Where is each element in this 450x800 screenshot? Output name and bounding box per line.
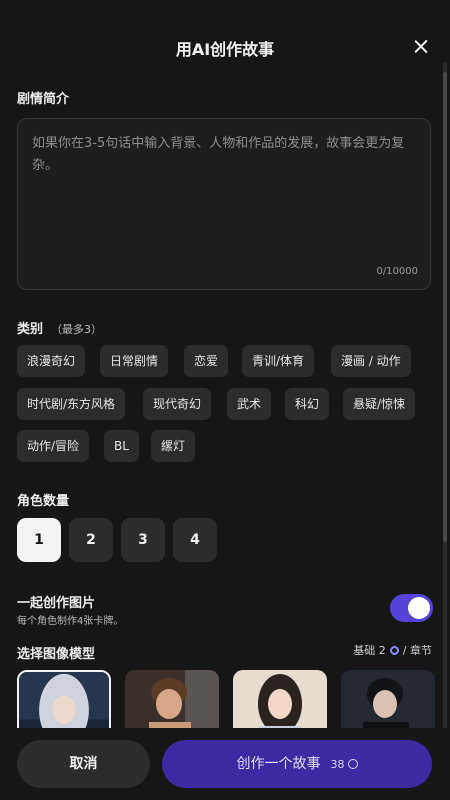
coin-icon (347, 759, 358, 769)
character-count-option-4[interactable]: 4 (173, 518, 217, 562)
plot-summary-label: 剧情简介 (17, 92, 70, 107)
scrollbar-thumb[interactable] (443, 72, 447, 542)
close-icon[interactable] (408, 34, 434, 60)
genre-chip[interactable]: 时代剧/东方风格 (17, 388, 126, 420)
character-count-option-2[interactable]: 2 (69, 518, 113, 562)
create-story-button[interactable]: 创作一个故事 38 (162, 740, 432, 788)
character-count-label: 角色数量 (17, 494, 70, 509)
genre-chip[interactable]: 縲灯 (151, 430, 196, 462)
genre-chip[interactable]: 漫画 / 动作 (331, 345, 411, 377)
genre-chip[interactable]: 浪漫奇幻 (17, 345, 86, 377)
genre-chip[interactable]: 现代奇幻 (143, 388, 212, 420)
dialog-header: 用AI创作故事 (0, 0, 450, 92)
create-cost: 38 (330, 758, 345, 771)
model-cost-info: 基础 2 / 章节 (353, 642, 432, 658)
character-count-option-3[interactable]: 3 (121, 518, 165, 562)
genre-limit-hint: （最多3） (51, 323, 103, 336)
genre-chip[interactable]: 恋爱 (184, 345, 229, 377)
coin-icon (389, 646, 399, 655)
genre-chip[interactable]: 武术 (227, 388, 272, 420)
image-model-label: 选择图像模型 (17, 647, 96, 662)
plot-summary-placeholder: 如果你在3-5句话中输入背景、人物和作品的发展，故事会更为复杂。 (32, 136, 405, 173)
create-story-label: 创作一个故事 (236, 756, 321, 772)
character-count-option-1[interactable]: 1 (17, 518, 61, 562)
toggle-knob (408, 597, 430, 619)
genre-chip[interactable]: BL (104, 430, 139, 462)
character-counter: 0/10000 (376, 266, 418, 277)
genre-chip[interactable]: 青训/体育 (242, 345, 315, 377)
plot-summary-textarea[interactable]: 如果你在3-5句话中输入背景、人物和作品的发展，故事会更为复杂。 0/10000 (17, 118, 431, 290)
genre-chip[interactable]: 日常剧情 (100, 345, 169, 377)
genre-chip[interactable]: 悬疑/惊悚 (343, 388, 416, 420)
scrollbar[interactable] (443, 62, 447, 742)
create-images-toggle[interactable] (390, 594, 433, 622)
genre-chip[interactable]: 科幻 (285, 388, 330, 420)
genre-label-text: 类别 (17, 322, 44, 337)
model-cost-base: 基础 2 (353, 644, 386, 657)
create-images-description: 每个角色制作4张卡牌。 (17, 616, 124, 627)
model-cost-unit: / 章节 (402, 644, 432, 657)
dialog-title: 用AI创作故事 (175, 40, 275, 59)
create-images-label: 一起创作图片 (17, 596, 96, 611)
cancel-button[interactable]: 取消 (17, 740, 150, 788)
genre-label: 类别 （最多3） (17, 318, 102, 337)
genre-chip[interactable]: 动作/冒险 (17, 430, 90, 462)
